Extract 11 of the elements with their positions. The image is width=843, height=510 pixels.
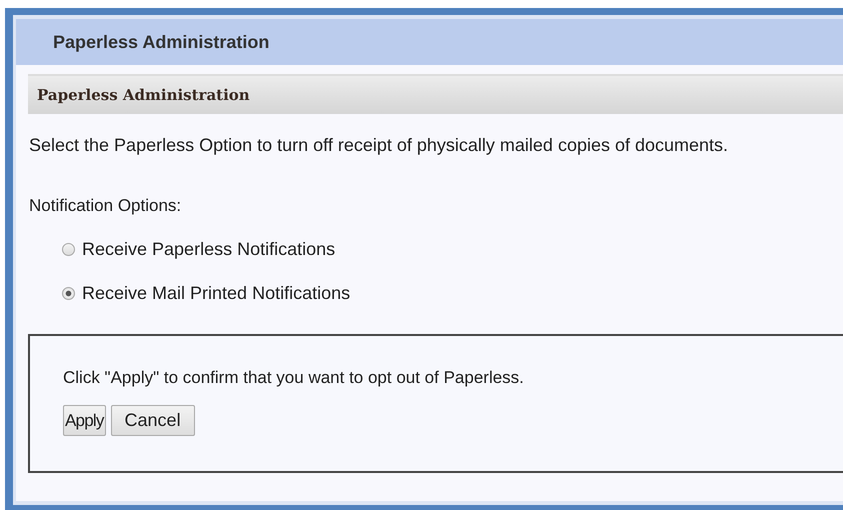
radio-button[interactable] [62,286,75,300]
apply-button[interactable]: Apply [63,405,106,436]
radio-label[interactable]: Receive Paperless Notifications [82,238,336,260]
panel-title: Paperless Administration [53,32,270,52]
section-title: Paperless Administration [37,86,250,104]
radio-button[interactable] [62,242,75,256]
cancel-button[interactable]: Cancel [110,405,195,436]
confirm-message: Click "Apply" to confirm that you want to opt out of Paperless. [63,368,525,388]
radio-label[interactable]: Receive Mail Printed Notifications [82,282,350,304]
description-text: Select the Paperless Option to turn off receipt of physically mailed copies of documents. [29,135,730,156]
options-label: Notification Options: [29,196,182,216]
